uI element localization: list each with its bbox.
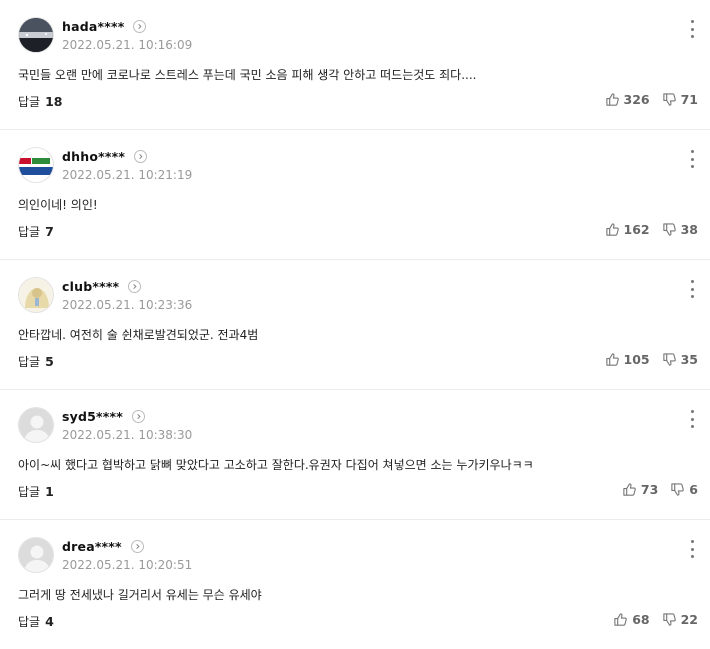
- logo-image-icon: [19, 148, 53, 182]
- reply-button[interactable]: 답글 4: [18, 613, 54, 630]
- profile-arrow-icon[interactable]: [128, 279, 142, 293]
- nickname[interactable]: dhho****: [62, 149, 125, 164]
- dislike-button[interactable]: 71: [662, 92, 698, 107]
- comment-text: 그러게 땅 전세냈나 길거리서 유세는 무슨 유세야: [18, 588, 262, 602]
- like-button[interactable]: 162: [605, 222, 650, 237]
- more-options-icon[interactable]: [688, 280, 696, 298]
- nickname[interactable]: hada****: [62, 19, 124, 34]
- comment-date: 2022.05.21. 10:16:09: [62, 38, 193, 52]
- vote-group: 73 6: [622, 482, 698, 497]
- reply-button[interactable]: 답글 1: [18, 483, 54, 500]
- profile-arrow-icon[interactable]: [131, 409, 145, 423]
- comment-list: hada**** 2022.05.21. 10:16:09 국민들 오랜 만에 …: [0, 0, 710, 649]
- avatar[interactable]: [18, 407, 54, 443]
- default-profile-icon: [19, 408, 53, 442]
- vote-group: 105 35: [605, 352, 698, 367]
- thumbs-up-icon: [605, 223, 619, 236]
- comment-item: dhho**** 2022.05.21. 10:21:19 의인이네! 의인! …: [0, 130, 710, 260]
- profile-arrow-icon[interactable]: [134, 149, 148, 163]
- dislike-count: 22: [680, 612, 698, 627]
- like-count: 68: [632, 612, 650, 627]
- more-options-icon[interactable]: [688, 20, 696, 38]
- dislike-count: 71: [680, 92, 698, 107]
- illustration-image-icon: [19, 278, 53, 312]
- comment-date: 2022.05.21. 10:20:51: [62, 558, 193, 572]
- dislike-button[interactable]: 35: [662, 352, 698, 367]
- reply-count: 7: [45, 224, 54, 239]
- more-options-icon[interactable]: [688, 410, 696, 428]
- comment-date: 2022.05.21. 10:23:36: [62, 298, 193, 312]
- more-options-icon[interactable]: [688, 540, 696, 558]
- more-options-icon[interactable]: [688, 150, 696, 168]
- thumbs-up-icon: [623, 483, 636, 496]
- comment-date: 2022.05.21. 10:38:30: [62, 428, 193, 442]
- avatar[interactable]: [18, 147, 54, 183]
- comment-text: 의인이네! 의인!: [18, 198, 98, 212]
- like-count: 326: [623, 92, 650, 107]
- nickname[interactable]: club****: [62, 279, 119, 294]
- reply-label: 답글: [18, 95, 41, 109]
- like-count: 162: [623, 222, 650, 237]
- nickname[interactable]: syd5****: [62, 409, 123, 424]
- thumbs-down-icon: [662, 353, 676, 366]
- dislike-button[interactable]: 6: [670, 482, 698, 497]
- thumbs-up-icon: [614, 613, 628, 626]
- dislike-count: 38: [680, 222, 698, 237]
- like-count: 105: [623, 352, 650, 367]
- reply-label: 답글: [18, 485, 41, 499]
- like-button[interactable]: 73: [622, 482, 658, 497]
- like-button[interactable]: 105: [605, 352, 650, 367]
- comment-item: syd5**** 2022.05.21. 10:38:30 아이~씨 했다고 협…: [0, 390, 710, 520]
- reply-label: 답글: [18, 355, 41, 369]
- dislike-count: 35: [680, 352, 698, 367]
- comment-item: drea**** 2022.05.21. 10:20:51 그러게 땅 전세냈나…: [0, 520, 710, 649]
- avatar[interactable]: [18, 537, 54, 573]
- profile-arrow-icon[interactable]: [130, 539, 144, 553]
- comment-item: club**** 2022.05.21. 10:23:36 안타깝네. 여전히 …: [0, 260, 710, 390]
- thumbs-up-icon: [605, 353, 619, 366]
- vote-group: 68 22: [613, 612, 698, 627]
- thumbs-down-icon: [662, 223, 676, 236]
- comment-date: 2022.05.21. 10:21:19: [62, 168, 193, 182]
- avatar[interactable]: [18, 277, 54, 313]
- dislike-count: 6: [689, 482, 698, 497]
- default-profile-icon: [19, 538, 53, 572]
- reply-count: 5: [45, 354, 54, 369]
- thumbs-down-icon: [662, 93, 676, 106]
- vote-group: 162 38: [605, 222, 698, 237]
- like-count: 73: [640, 482, 659, 497]
- reply-count: 4: [45, 614, 54, 629]
- thumbs-down-icon: [671, 483, 685, 496]
- avatar[interactable]: [18, 17, 54, 53]
- comment-text: 국민들 오랜 만에 코로나로 스트레스 푸는데 국민 소음 피해 생각 안하고 …: [18, 68, 477, 82]
- night-scene-photo-icon: [19, 18, 53, 52]
- reply-count: 1: [45, 484, 54, 499]
- reply-button[interactable]: 답글 18: [18, 93, 63, 110]
- reply-count: 18: [45, 94, 63, 109]
- nickname[interactable]: drea****: [62, 539, 122, 554]
- dislike-button[interactable]: 22: [662, 612, 698, 627]
- reply-button[interactable]: 답글 5: [18, 353, 54, 370]
- dislike-button[interactable]: 38: [662, 222, 698, 237]
- like-button[interactable]: 68: [613, 612, 650, 627]
- thumbs-up-icon: [605, 93, 619, 106]
- comment-item: hada**** 2022.05.21. 10:16:09 국민들 오랜 만에 …: [0, 0, 710, 130]
- comment-text: 안타깝네. 여전히 술 쉰채로발견되었군. 전과4범: [18, 328, 259, 342]
- profile-arrow-icon[interactable]: [133, 19, 147, 33]
- like-button[interactable]: 326: [605, 92, 650, 107]
- comment-text: 아이~씨 했다고 협박하고 닭뼈 맞았다고 고소하고 잘한다.유권자 다집어 쳐…: [18, 458, 534, 472]
- thumbs-down-icon: [662, 613, 676, 626]
- reply-label: 답글: [18, 615, 41, 629]
- reply-button[interactable]: 답글 7: [18, 223, 54, 240]
- reply-label: 답글: [18, 225, 41, 239]
- vote-group: 326 71: [605, 92, 698, 107]
